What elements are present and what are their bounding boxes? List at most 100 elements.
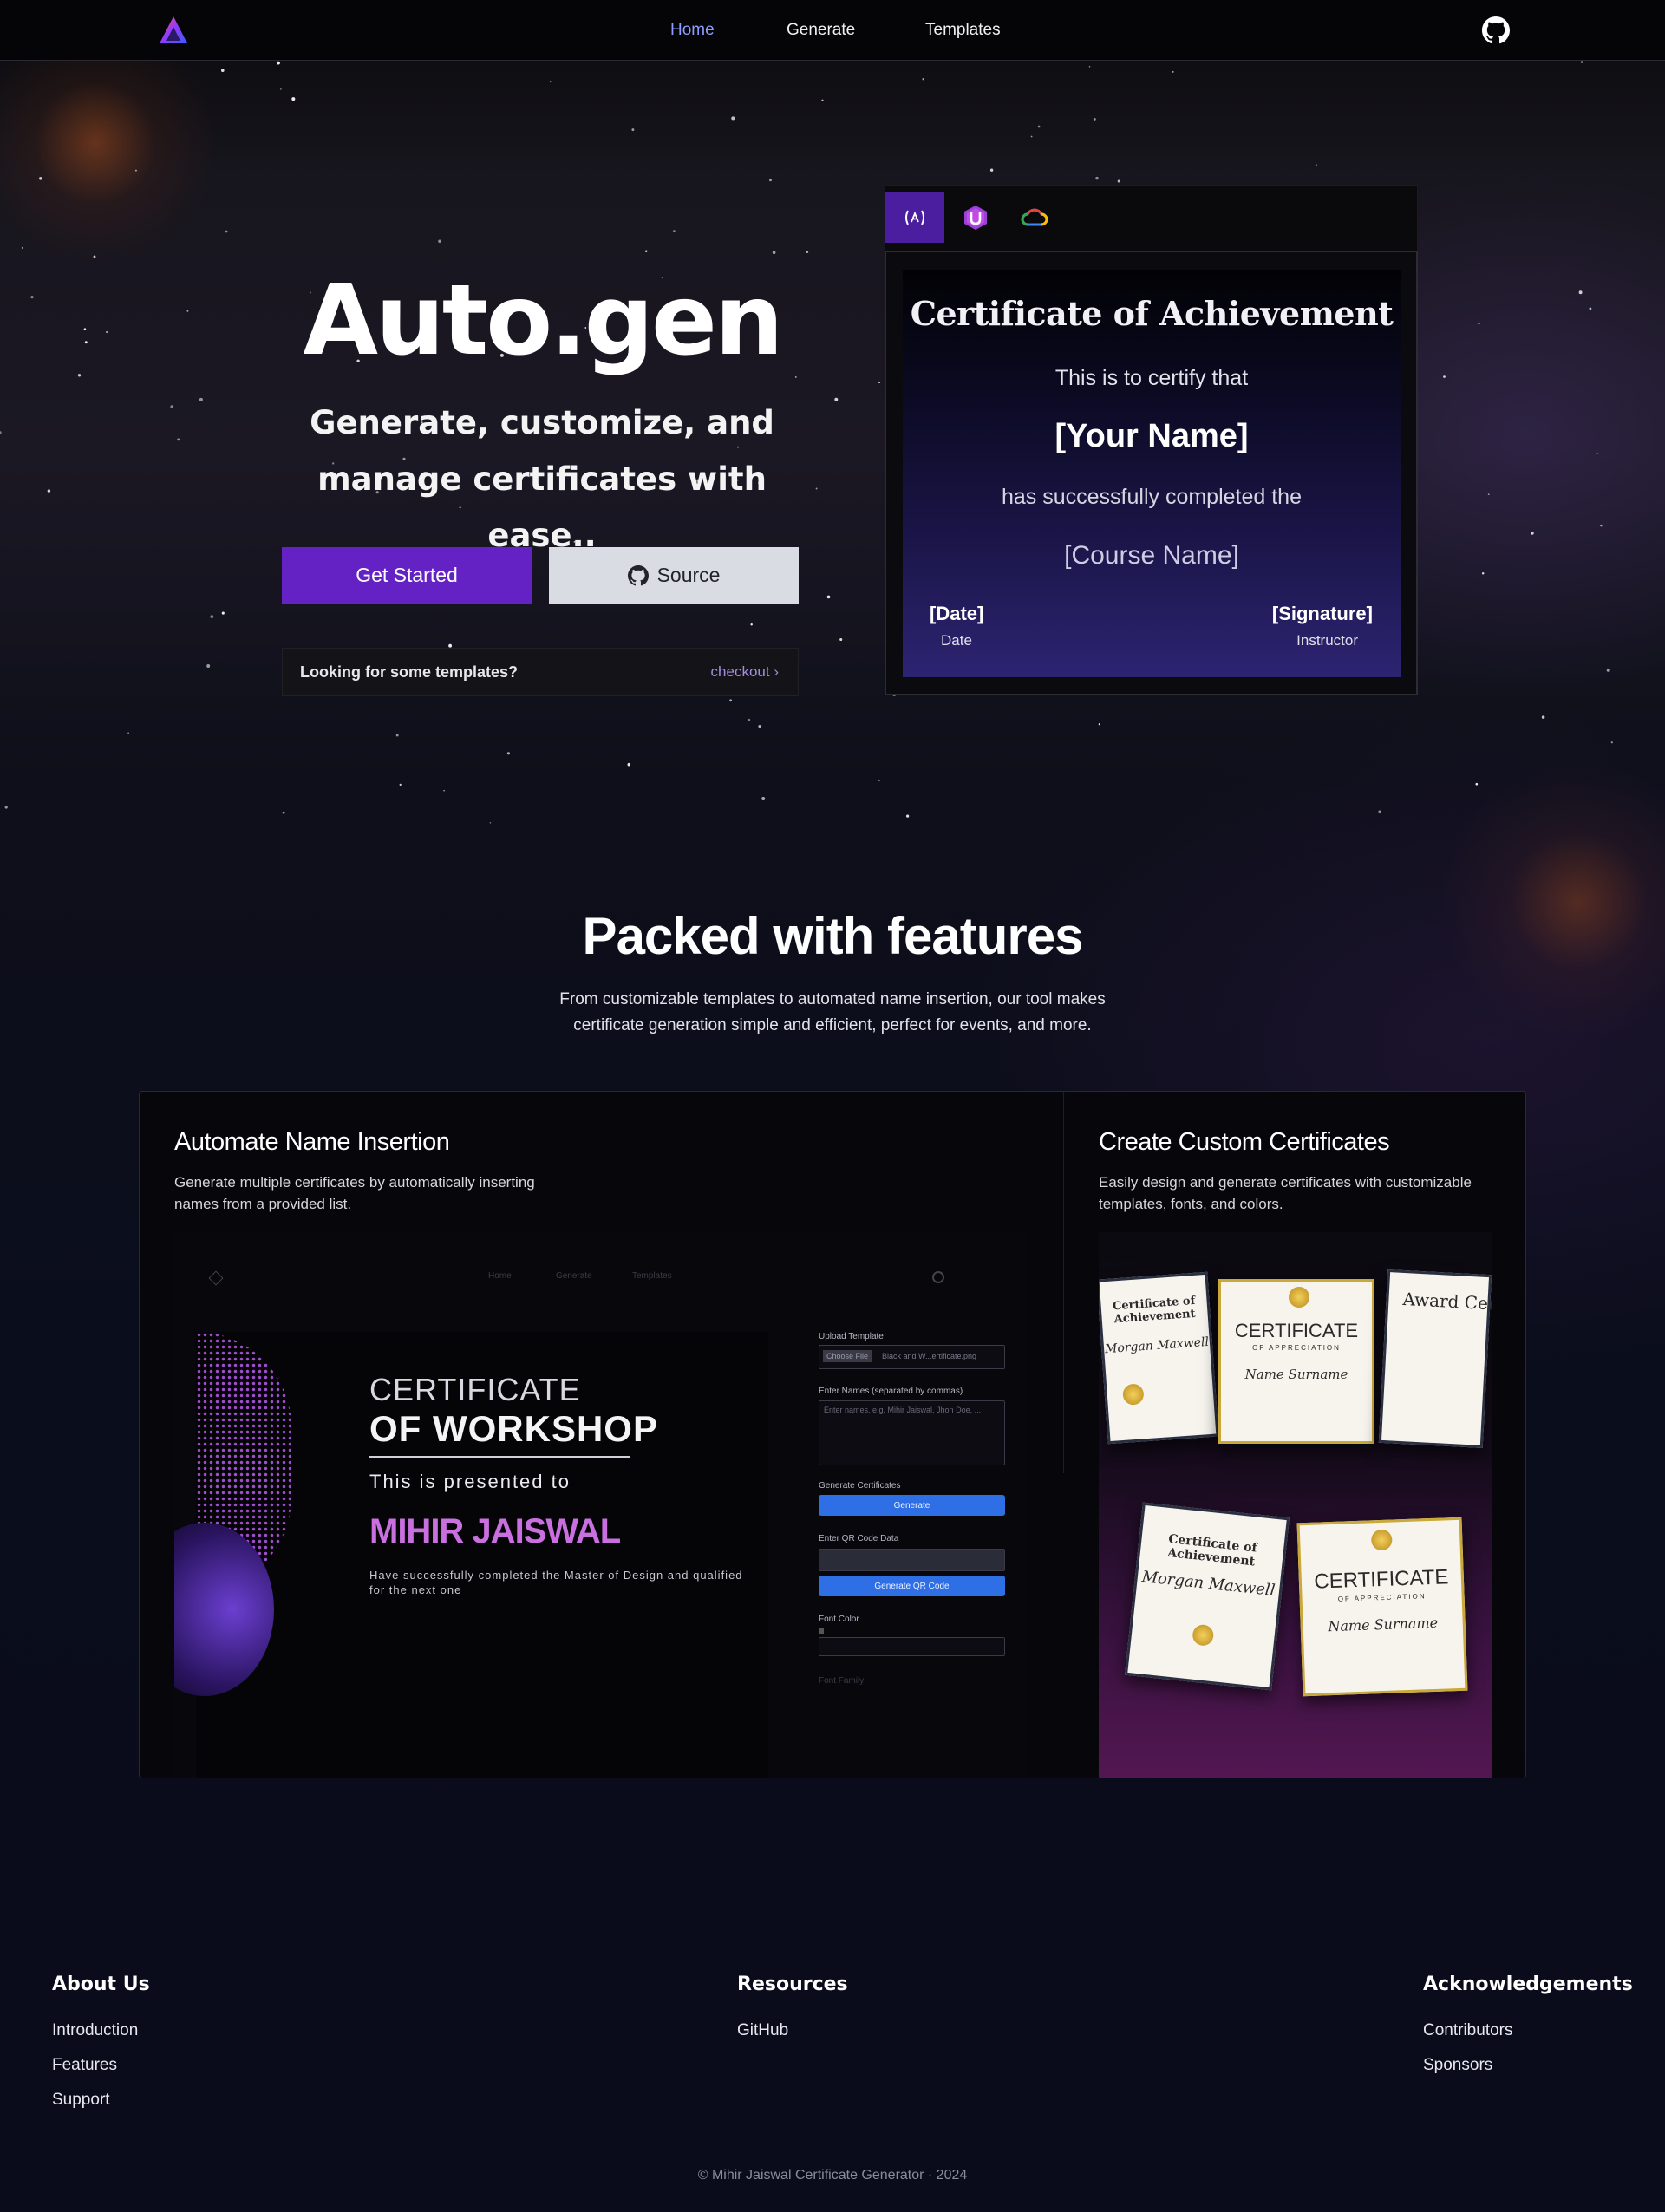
feature-title-automate: Automate Name Insertion [174, 1128, 450, 1156]
footer-link-github[interactable]: GitHub [737, 2021, 788, 2040]
get-started-button[interactable]: Get Started [282, 547, 532, 604]
gold-seal-icon [1192, 1623, 1215, 1647]
star [731, 116, 735, 121]
footer-link-contributors[interactable]: Contributors [1423, 2021, 1513, 2040]
file-input[interactable]: Choose File Black and W...ertificate.png [819, 1345, 1005, 1369]
color-swatch[interactable] [819, 1628, 824, 1634]
star [839, 637, 843, 642]
star [834, 397, 839, 401]
qr-label: Enter QR Code Data [819, 1534, 899, 1543]
star [186, 310, 189, 312]
star [1481, 572, 1485, 575]
footer-link-features[interactable]: Features [52, 2056, 117, 2075]
names-label: Enter Names (separated by commas) [819, 1387, 963, 1396]
star [1606, 668, 1610, 672]
choose-file-button[interactable]: Choose File [823, 1350, 872, 1362]
font-family-label: Font Family [819, 1676, 865, 1686]
template-achievement-card: Certificate of Achievement Morgan Maxwel… [1099, 1271, 1219, 1445]
star [77, 374, 82, 377]
feature-text-custom: Easily design and generate certificates … [1099, 1174, 1472, 1212]
certificate-name: [Your Name] [1054, 418, 1249, 454]
features-title: Packed with features [582, 907, 1084, 965]
github-icon[interactable] [1482, 16, 1510, 44]
star [750, 623, 753, 626]
footer-heading-resources: Resources [737, 1974, 848, 1995]
tab-u-template[interactable] [946, 192, 1005, 243]
tab-cloud-template[interactable] [1005, 192, 1064, 243]
generate-qr-button[interactable]: Generate QR Code [819, 1576, 1005, 1596]
star [922, 77, 924, 81]
star [210, 615, 214, 619]
star [21, 246, 23, 249]
font-color-input[interactable] [819, 1637, 1005, 1656]
certificate-signature-label: Instructor [1296, 632, 1358, 649]
star [282, 811, 285, 814]
star [1117, 179, 1120, 183]
star [758, 725, 761, 728]
generate-button[interactable]: Generate [819, 1495, 1005, 1516]
star [806, 251, 809, 253]
star [199, 397, 203, 401]
nav-home[interactable]: Home [670, 21, 715, 40]
screenshot-navbar: Home Generate Templates [174, 1270, 1028, 1323]
star [1487, 493, 1490, 496]
star [905, 814, 910, 818]
star [277, 61, 280, 65]
hero-subtitle: Generate, customize, and manage certific… [310, 404, 774, 554]
certificate-date: [Date] [930, 603, 984, 624]
star [106, 330, 108, 334]
upload-label: Upload Template [819, 1332, 884, 1341]
template-award-title: Award Certificate [1401, 1288, 1492, 1318]
certificate-completed-text: has successfully completed the [1001, 485, 1302, 509]
star [815, 487, 818, 490]
gold-seal-icon [1289, 1287, 1309, 1308]
star [769, 179, 772, 182]
star [291, 97, 296, 101]
star [395, 734, 399, 737]
star [1378, 810, 1381, 814]
star [627, 762, 631, 767]
workshop-presented: This is presented to [369, 1471, 571, 1492]
templates-prompt: Looking for some templates? [300, 662, 519, 681]
tab-code-template[interactable] [885, 192, 944, 243]
star [127, 732, 130, 734]
screenshot-logo-icon [208, 1270, 224, 1286]
footer-heading-acknowledgements: Acknowledgements [1423, 1974, 1633, 1995]
template-appreciation-card: CERTIFICATE OF APPRECIATION Name Surname [1218, 1279, 1374, 1444]
generate-label: Generate Certificates [819, 1481, 901, 1491]
star [821, 99, 824, 101]
star [399, 783, 402, 786]
template-achievement-name: Morgan Maxwell [1104, 1334, 1210, 1357]
gold-seal-icon [1122, 1383, 1145, 1406]
star [84, 341, 88, 344]
star [1093, 117, 1096, 121]
names-textarea[interactable]: Enter names, e.g. Mihir Jaiswal, Jhon Do… [819, 1400, 1005, 1465]
feature-title-custom: Create Custom Certificates [1099, 1128, 1390, 1156]
gold-seal-icon [1370, 1529, 1393, 1551]
star [506, 752, 510, 755]
star [47, 489, 51, 493]
templates-collage: Certificate of Achievement Morgan Maxwel… [1099, 1232, 1492, 1778]
footer-link-introduction[interactable]: Introduction [52, 2021, 138, 2040]
u-badge-icon [964, 206, 987, 230]
star [4, 806, 8, 809]
nav-generate[interactable]: Generate [787, 21, 855, 40]
template-achievement-card-2: Certificate of Achievement Morgan Maxwel… [1125, 1502, 1290, 1691]
source-button[interactable]: Source [549, 547, 799, 604]
star [438, 239, 441, 244]
nav-templates[interactable]: Templates [925, 21, 1001, 40]
app-screenshot: Home Generate Templates CERTIFICATE OF W… [174, 1232, 1028, 1778]
footer-link-support[interactable]: Support [52, 2091, 110, 2110]
star [30, 296, 34, 299]
star [83, 328, 87, 330]
footer-heading-about: About Us [52, 1974, 150, 1995]
template-appreciation-card-2: CERTIFICATE OF APPRECIATION Name Surname [1296, 1517, 1468, 1697]
qr-input[interactable] [819, 1549, 1005, 1571]
star [1596, 452, 1599, 454]
star [1589, 307, 1592, 310]
hero-title: Auto.gen [303, 264, 783, 377]
template-achievement-title-2: Certificate of Achievement [1166, 1532, 1258, 1569]
star [225, 230, 228, 233]
footer-link-sponsors[interactable]: Sponsors [1423, 2056, 1492, 2075]
checkout-link[interactable]: checkout › [711, 663, 779, 681]
